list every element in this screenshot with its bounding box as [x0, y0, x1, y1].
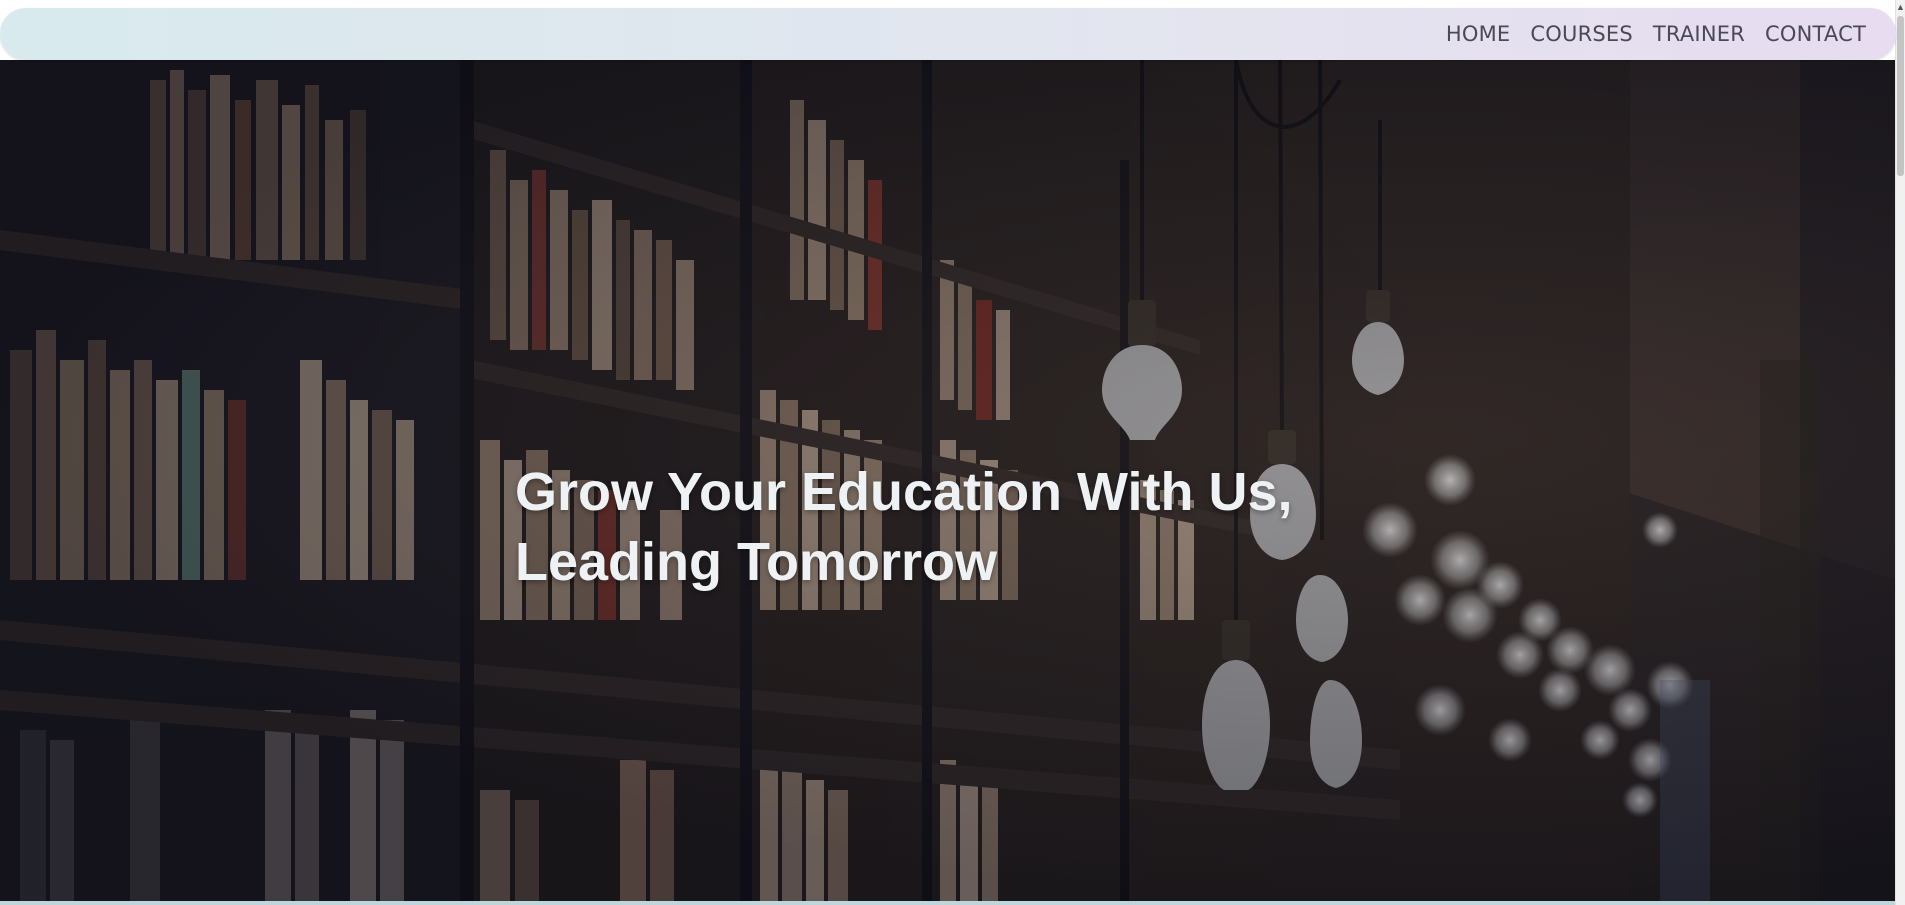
nav-trainer-link[interactable]: TRAINER — [1653, 22, 1745, 46]
vertical-scrollbar[interactable]: ▲ — [1895, 0, 1905, 905]
nav-contact-link[interactable]: CONTACT — [1765, 22, 1866, 46]
nav-courses-link[interactable]: COURSES — [1530, 22, 1632, 46]
scrollbar-thumb[interactable] — [1897, 16, 1904, 176]
navbar: HOME COURSES TRAINER CONTACT — [0, 8, 1896, 60]
hero-title: Grow Your Education With Us, Leading Tom… — [515, 457, 1293, 597]
triangle-up-icon[interactable]: ▲ — [1896, 0, 1905, 14]
hero-section: Grow Your Education With Us, Leading Tom… — [0, 60, 1896, 903]
hero-title-line-1: Grow Your Education With Us, — [515, 462, 1293, 522]
page: HOME COURSES TRAINER CONTACT Grow Your E… — [0, 0, 1905, 905]
page-bottom-edge — [0, 901, 1896, 905]
hero-title-line-2: Leading Tomorrow — [515, 532, 997, 592]
nav-home-link[interactable]: HOME — [1446, 22, 1511, 46]
nav-links: HOME COURSES TRAINER CONTACT — [1446, 8, 1866, 60]
